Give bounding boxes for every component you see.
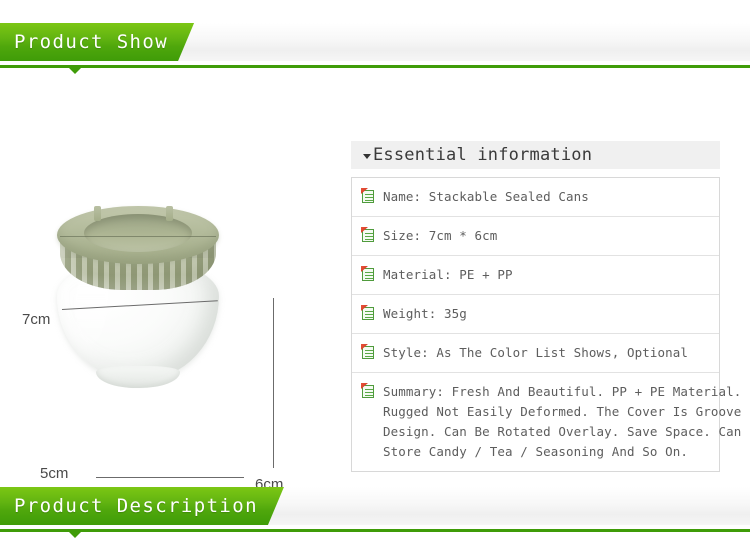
banner-notch-icon	[69, 532, 81, 538]
product-image-stage: 7cm 5cm 6cm	[0, 92, 340, 493]
caret-down-icon	[363, 154, 371, 159]
product-photo-sealed-can	[52, 190, 224, 390]
info-row-text: Size: 7cm * 6cm	[383, 226, 497, 246]
table-row: Weight: 35g	[352, 295, 719, 334]
table-row: Size: 7cm * 6cm	[352, 217, 719, 256]
dimension-line-height	[273, 298, 274, 468]
info-row-line: Weight: 35g	[383, 306, 467, 321]
banner-notch-icon	[69, 68, 81, 74]
info-row-line: Store Candy / Tea / Seasoning And So On.	[383, 444, 689, 459]
essential-information-panel: Essential information Name: Stackable Se…	[351, 141, 741, 472]
section-banner-product-description: Product Description	[0, 472, 750, 538]
info-row-text: Material: PE + PP	[383, 265, 513, 285]
essential-information-header[interactable]: Essential information	[351, 141, 720, 169]
table-row: Style: As The Color List Shows, Optional	[352, 334, 719, 373]
info-row-text: Name: Stackable Sealed Cans	[383, 187, 589, 207]
banner-tab-title: Product Show	[14, 31, 169, 53]
table-row: Name: Stackable Sealed Cans	[352, 178, 719, 217]
jar-lid-notch-right	[166, 206, 173, 221]
note-icon	[361, 344, 376, 360]
table-row: Material: PE + PP	[352, 256, 719, 295]
info-row-line: Design. Can Be Rotated Overlay. Save Spa…	[383, 424, 742, 439]
info-row-line: Size: 7cm * 6cm	[383, 228, 498, 243]
info-row-line: Rugged Not Easily Deformed. The Cover Is…	[383, 404, 742, 419]
section-banner-product-show: Product Show	[0, 8, 750, 74]
banner-tab-product-show[interactable]: Product Show	[0, 23, 194, 61]
info-row-text: Weight: 35g	[383, 304, 467, 324]
banner-rule	[0, 529, 750, 532]
info-row-text: Style: As The Color List Shows, Optional	[383, 343, 688, 363]
jar-lid-notch-left	[94, 206, 101, 221]
banner-tab-product-description[interactable]: Product Description	[0, 487, 284, 525]
essential-information-title: Essential information	[373, 145, 593, 165]
note-icon	[361, 305, 376, 321]
jar-lid-seam	[60, 236, 216, 237]
essential-information-table: Name: Stackable Sealed Cans Size: 7cm * …	[351, 177, 741, 472]
table-row: Summary: Fresh And Beautiful. PP + PE Ma…	[352, 373, 741, 472]
info-row-text: Summary: Fresh And Beautiful. PP + PE Ma…	[383, 382, 741, 462]
jar-foot	[96, 366, 180, 388]
banner-rule	[0, 65, 750, 68]
banner-tab-title: Product Description	[14, 495, 258, 517]
note-icon	[361, 383, 376, 399]
info-row-line: Material: PE + PP	[383, 267, 513, 282]
note-icon	[361, 227, 376, 243]
dimension-label-width-top: 7cm	[22, 311, 51, 328]
info-row-line: Name: Stackable Sealed Cans	[383, 189, 589, 204]
note-icon	[361, 266, 376, 282]
note-icon	[361, 188, 376, 204]
info-row-line: Style: As The Color List Shows, Optional	[383, 345, 689, 360]
info-row-line: Summary: Fresh And Beautiful. PP + PE Ma…	[383, 384, 742, 399]
